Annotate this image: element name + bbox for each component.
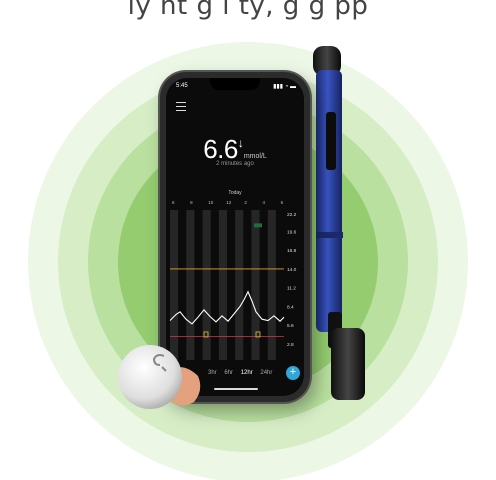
glucose-sensor bbox=[118, 345, 201, 409]
sensor-body bbox=[118, 345, 182, 409]
